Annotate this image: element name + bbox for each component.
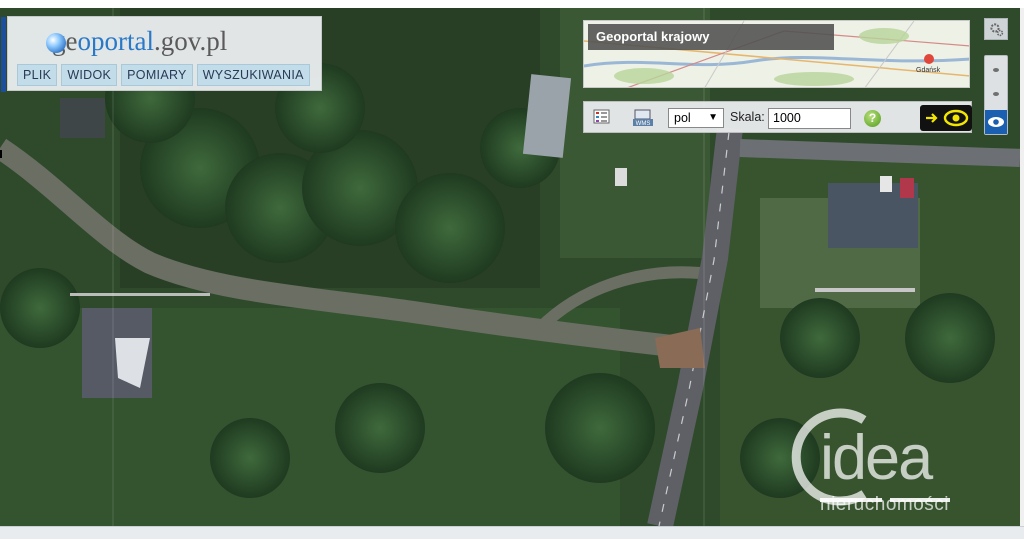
legend-icon[interactable] [593, 109, 611, 125]
panel-blue-edge [1, 17, 6, 92]
right-scrollbar-edge [1020, 8, 1024, 526]
location-marker [924, 54, 934, 64]
overview-map[interactable]: Geoportal krajowy Gdańsk [583, 20, 970, 88]
side-eye-button[interactable] [985, 110, 1007, 134]
eye-icon[interactable] [943, 109, 969, 132]
overview-place-label: Gdańsk [916, 67, 941, 74]
menu-widok[interactable]: WIDOK [61, 64, 118, 86]
overview-title: Geoportal krajowy [588, 24, 834, 50]
svg-text:WMS: WMS [636, 121, 651, 127]
menu-plik[interactable]: PLIK [17, 64, 58, 86]
zoom-dot-middle[interactable] [993, 92, 999, 96]
idea-watermark: idea nieruchomości [768, 386, 1018, 526]
eye-icon [987, 115, 1005, 134]
menu-pomiary[interactable]: POMIARY [121, 64, 193, 86]
view-toggle-box [920, 105, 972, 131]
help-button[interactable]: ? [864, 110, 881, 127]
scale-input[interactable]: 1000 [768, 108, 851, 129]
menu-wyszukiwania[interactable]: WYSZUKIWANIA [196, 64, 310, 86]
language-select[interactable]: pol ▼ [668, 108, 724, 128]
logo-menu-panel: geoportal.gov.pl PLIK WIDOK POMIARY WYSZ… [1, 16, 322, 92]
watermark-main-text: idea [820, 423, 933, 493]
arrow-right-icon[interactable] [925, 111, 939, 130]
scale-label: Skala: [730, 110, 765, 124]
top-strip [0, 0, 1024, 8]
bottom-status-strip [0, 526, 1024, 539]
watermark-sub-text: nieruchomości [820, 494, 949, 515]
wms-icon[interactable]: WMS [632, 109, 654, 127]
globe-icon [46, 33, 66, 53]
zoom-dot-top[interactable] [993, 68, 999, 72]
chevron-down-icon: ▼ [708, 112, 718, 123]
gear-icon [989, 22, 1004, 42]
map-toolbar: WMS pol ▼ Skala: 1000 ? [583, 101, 972, 133]
logo-text: geoportal.gov.pl [52, 26, 228, 56]
main-menu: PLIK WIDOK POMIARY WYSZUKIWANIA [17, 64, 310, 86]
left-edge-marker [0, 150, 2, 158]
side-control-panel [984, 55, 1008, 135]
settings-button[interactable] [984, 18, 1008, 40]
geoportal-logo[interactable]: geoportal.gov.pl [46, 21, 228, 57]
